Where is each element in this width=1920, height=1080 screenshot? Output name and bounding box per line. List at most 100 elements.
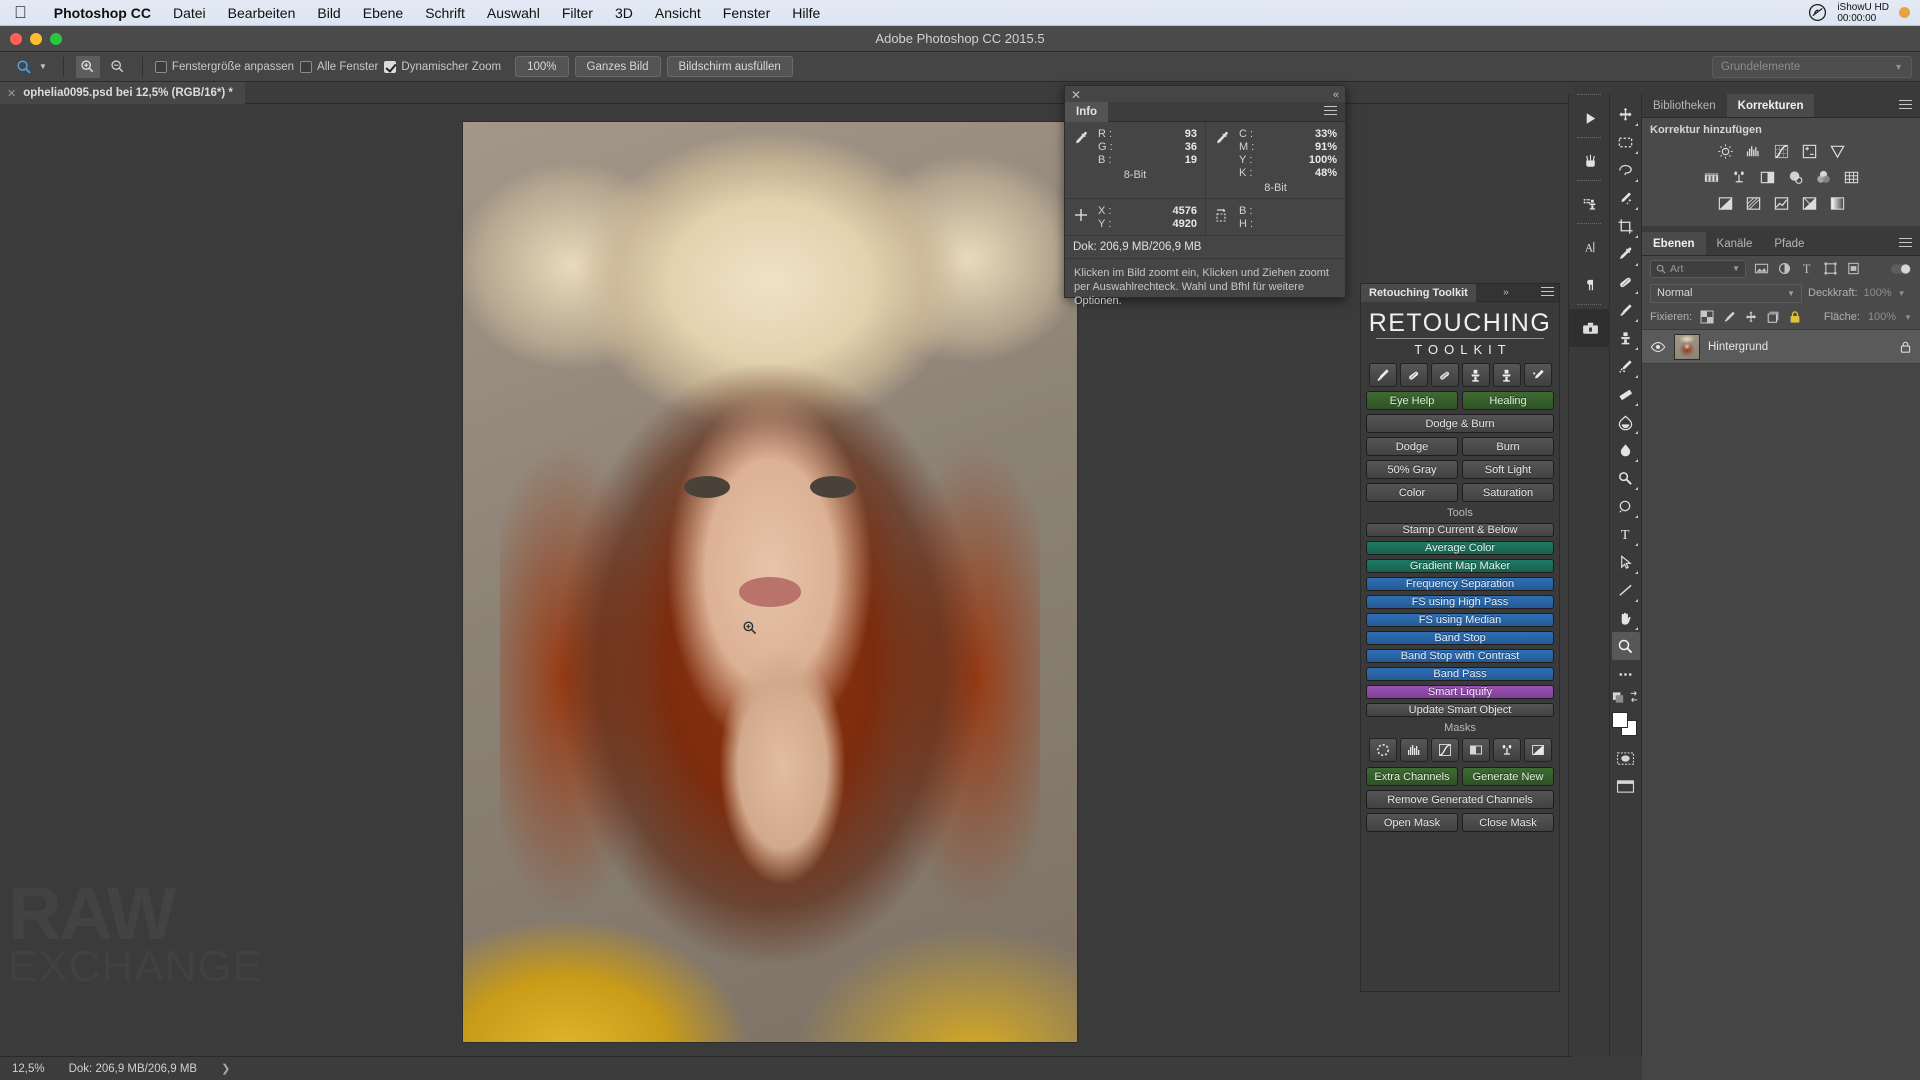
tool-gradient[interactable]	[1612, 408, 1640, 436]
type-layer-filter-icon[interactable]: T	[1800, 261, 1815, 276]
btn-close-mask[interactable]: Close Mask	[1462, 813, 1554, 832]
menu-extra-icon[interactable]	[1899, 7, 1910, 18]
dock-play-icon[interactable]	[1569, 99, 1611, 137]
btn-color[interactable]: Color	[1366, 483, 1458, 502]
shape-layer-filter-icon[interactable]	[1823, 261, 1838, 276]
zoom-in-icon[interactable]	[75, 55, 100, 78]
selective-color-icon[interactable]	[1800, 194, 1819, 213]
quick-mask-and-default-colors[interactable]	[1612, 688, 1640, 708]
menu-item-3d[interactable]: 3D	[604, 5, 644, 21]
btn-average-color[interactable]: Average Color	[1366, 541, 1554, 555]
color-lookup-icon[interactable]	[1842, 168, 1861, 187]
menu-item-datei[interactable]: Datei	[162, 5, 217, 21]
btn-fs-using-median[interactable]: FS using Median	[1366, 613, 1554, 627]
minimize-window-button[interactable]	[30, 33, 42, 45]
lock-image-icon[interactable]	[1722, 310, 1736, 324]
maximize-window-button[interactable]	[50, 33, 62, 45]
curves-icon[interactable]	[1430, 738, 1459, 762]
menu-item-bearbeiten[interactable]: Bearbeiten	[217, 5, 307, 21]
btn-fs-using-high-pass[interactable]: FS using High Pass	[1366, 595, 1554, 609]
btn-gradient-map-maker[interactable]: Gradient Map Maker	[1366, 559, 1554, 573]
levels-icon[interactable]	[1744, 142, 1763, 161]
pixel-layer-filter-icon[interactable]	[1754, 261, 1769, 276]
tool-healing-brush[interactable]	[1612, 268, 1640, 296]
tool-type[interactable]: T	[1612, 520, 1640, 548]
tool-brush[interactable]	[1612, 296, 1640, 324]
btn-smart-liquify[interactable]: Smart Liquify	[1366, 685, 1554, 699]
workspace-selector[interactable]: Grundelemente ▼	[1712, 55, 1912, 78]
creative-cloud-icon[interactable]	[1808, 3, 1827, 22]
menu-item-photoshop[interactable]: Photoshop CC	[43, 5, 162, 21]
lock-all-icon[interactable]	[1788, 310, 1802, 324]
brightness-contrast-icon[interactable]	[1716, 142, 1735, 161]
gradient-icon[interactable]	[1523, 738, 1552, 762]
tab-info[interactable]: Info	[1065, 101, 1109, 122]
ishowu-status[interactable]: iShowU HD 00:00:00	[1837, 2, 1889, 24]
panel-menu-icon[interactable]	[1899, 237, 1912, 250]
tool-history-brush[interactable]	[1612, 352, 1640, 380]
curves-icon[interactable]	[1772, 142, 1791, 161]
checkbox-fenstergroesse[interactable]: Fenstergröße anpassen	[154, 60, 294, 73]
apple-icon[interactable]: 	[14, 4, 27, 21]
tool-blur[interactable]	[1612, 436, 1640, 464]
btn-update-smart-object[interactable]: Update Smart Object	[1366, 703, 1554, 717]
tool-crop[interactable]	[1612, 212, 1640, 240]
dock-toolkit-icon[interactable]	[1569, 309, 1611, 347]
tool-quick-selection[interactable]	[1612, 184, 1640, 212]
btn-remove-generated-channels[interactable]: Remove Generated Channels	[1366, 790, 1554, 809]
invert-icon[interactable]	[1716, 194, 1735, 213]
btn-band-pass[interactable]: Band Pass	[1366, 667, 1554, 681]
chevron-down-icon[interactable]: ▼	[1898, 289, 1906, 298]
panel-menu-icon[interactable]	[1324, 105, 1337, 118]
eye-icon[interactable]	[1650, 341, 1666, 353]
vibrance-icon[interactable]	[1828, 142, 1847, 161]
btn-burn[interactable]: Burn	[1462, 437, 1554, 456]
dock-paragraph-icon[interactable]	[1569, 266, 1611, 304]
button-bildschirm-ausfuellen[interactable]: Bildschirm ausfüllen	[666, 56, 793, 77]
btn-stamp-current-and-below[interactable]: Stamp Current & Below	[1366, 523, 1554, 537]
tab-retouching-toolkit[interactable]: Retouching Toolkit	[1361, 283, 1476, 302]
btn-extra-channels[interactable]: Extra Channels	[1366, 767, 1458, 786]
tab-kanaele[interactable]: Kanäle	[1705, 232, 1764, 255]
current-tool-picker[interactable]: ▼	[8, 56, 51, 78]
fill-value[interactable]: 100%	[1868, 311, 1896, 323]
btn-eye-help[interactable]: Eye Help	[1366, 391, 1458, 410]
tool-lasso[interactable]	[1612, 156, 1640, 184]
btn-band-stop-with-contrast[interactable]: Band Stop with Contrast	[1366, 649, 1554, 663]
table-row[interactable]: Hintergrund	[1642, 330, 1920, 364]
menu-item-ansicht[interactable]: Ansicht	[644, 5, 712, 21]
patch-icon[interactable]	[1430, 363, 1459, 387]
chevron-down-icon[interactable]: ▼	[1904, 313, 1912, 322]
color-balance-icon[interactable]	[1730, 168, 1749, 187]
tool-zoom[interactable]	[1611, 632, 1640, 660]
panel-menu-icon[interactable]	[1899, 99, 1912, 112]
tool-move[interactable]	[1612, 100, 1640, 128]
posterize-icon[interactable]	[1744, 194, 1763, 213]
btn-generate-new[interactable]: Generate New	[1462, 767, 1554, 786]
tab-pfade[interactable]: Pfade	[1763, 232, 1816, 255]
menu-item-ebene[interactable]: Ebene	[352, 5, 414, 21]
selection-icon[interactable]	[1368, 738, 1397, 762]
dock-character-icon[interactable]: A	[1569, 228, 1611, 266]
tool-pen[interactable]	[1612, 492, 1640, 520]
image-canvas[interactable]	[463, 122, 1077, 1042]
lock-icon[interactable]	[1899, 340, 1912, 354]
btn-open-mask[interactable]: Open Mask	[1366, 813, 1458, 832]
layer-filter-select[interactable]: Art ▼	[1650, 259, 1746, 278]
menu-item-schrift[interactable]: Schrift	[414, 5, 476, 21]
btn-frequency-separation[interactable]: Frequency Separation	[1366, 577, 1554, 591]
levels-icon[interactable]	[1399, 738, 1428, 762]
tool-path-selection[interactable]	[1612, 548, 1640, 576]
btn-50-percent-gray[interactable]: 50% Gray	[1366, 460, 1458, 479]
chevron-right-icon[interactable]: ❯	[221, 1062, 230, 1075]
channels-icon[interactable]	[1461, 738, 1490, 762]
lock-position-icon[interactable]	[1744, 310, 1758, 324]
checkbox-dynamischer-zoom[interactable]: Dynamischer Zoom	[384, 60, 501, 73]
button-ganzes-bild[interactable]: Ganzes Bild	[574, 56, 661, 77]
hue-saturation-icon[interactable]	[1702, 168, 1721, 187]
menu-item-fenster[interactable]: Fenster	[712, 5, 781, 21]
color-swatches[interactable]	[1611, 712, 1640, 738]
screen-mode-button[interactable]	[1612, 772, 1640, 800]
panel-menu-icon[interactable]	[1540, 286, 1554, 299]
document-tab[interactable]: ✕ ophelia0095.psd bei 12,5% (RGB/16*) *	[0, 82, 245, 104]
